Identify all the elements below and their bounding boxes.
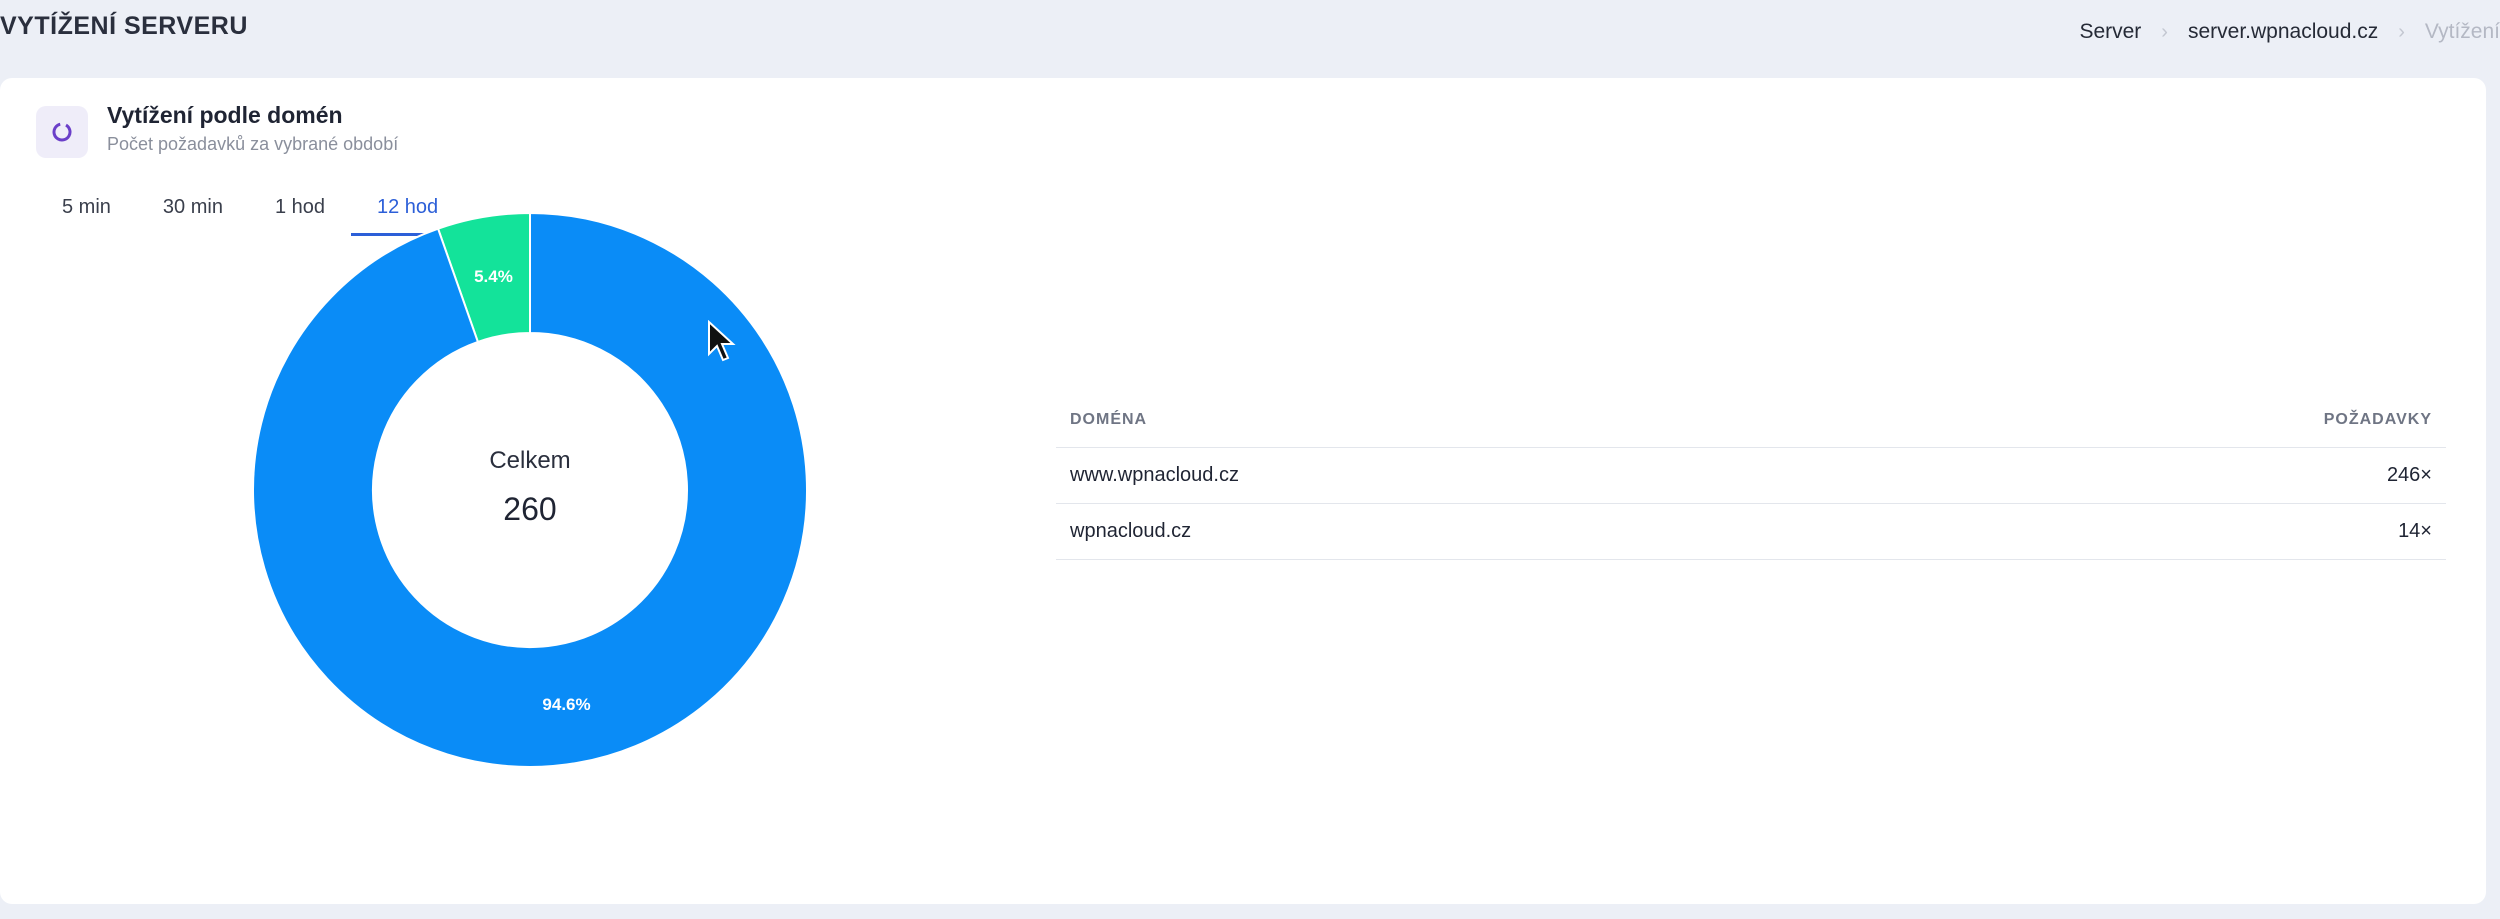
tab-30-min[interactable]: 30 min <box>137 188 249 236</box>
card-title: Vytížení podle domén <box>107 102 343 128</box>
domain-cell: www.wpnacloud.cz <box>1070 464 1239 486</box>
requests-cell: 14× <box>2398 520 2432 542</box>
breadcrumb: Server › server.wpnacloud.cz › Vytížení <box>2079 20 2500 44</box>
domain-table: DOMÉNA POŽADAVKY www.wpnacloud.cz 246× w… <box>1056 392 2446 560</box>
table-row: www.wpnacloud.cz 246× <box>1056 448 2446 504</box>
table-row: wpnacloud.cz 14× <box>1056 504 2446 560</box>
tab-5-min[interactable]: 5 min <box>36 188 137 236</box>
chevron-right-icon: › <box>2161 20 2168 43</box>
donut-slice-www-wpnacloud[interactable] <box>252 212 808 768</box>
column-header-requests[interactable]: POŽADAVKY <box>2324 411 2432 429</box>
slice-percent-label: 5.4% <box>474 267 513 286</box>
donut-chart: 5.4% 94.6% Celkem 260 <box>252 212 808 768</box>
page-title: VYTÍŽENÍ SERVERU <box>0 12 248 40</box>
donut-chart-svg: 5.4% 94.6% Celkem 260 <box>252 212 808 768</box>
breadcrumb-item-server[interactable]: Server <box>2079 20 2141 44</box>
column-header-domain[interactable]: DOMÉNA <box>1070 411 1147 429</box>
donut-center-value: 260 <box>503 491 556 527</box>
chevron-right-icon: › <box>2398 20 2405 43</box>
table-header: DOMÉNA POŽADAVKY <box>1056 392 2446 448</box>
card-subtitle: Počet požadavků za vybrané období <box>107 134 399 154</box>
breadcrumb-item-host[interactable]: server.wpnacloud.cz <box>2188 20 2378 44</box>
donut-icon <box>36 106 88 158</box>
donut-center-label: Celkem <box>489 447 570 474</box>
domain-cell: wpnacloud.cz <box>1070 520 1192 542</box>
mouse-cursor-icon <box>708 320 736 362</box>
slice-percent-label: 94.6% <box>542 695 590 714</box>
breadcrumb-item-current: Vytížení <box>2424 20 2500 43</box>
requests-cell: 246× <box>2386 464 2432 486</box>
